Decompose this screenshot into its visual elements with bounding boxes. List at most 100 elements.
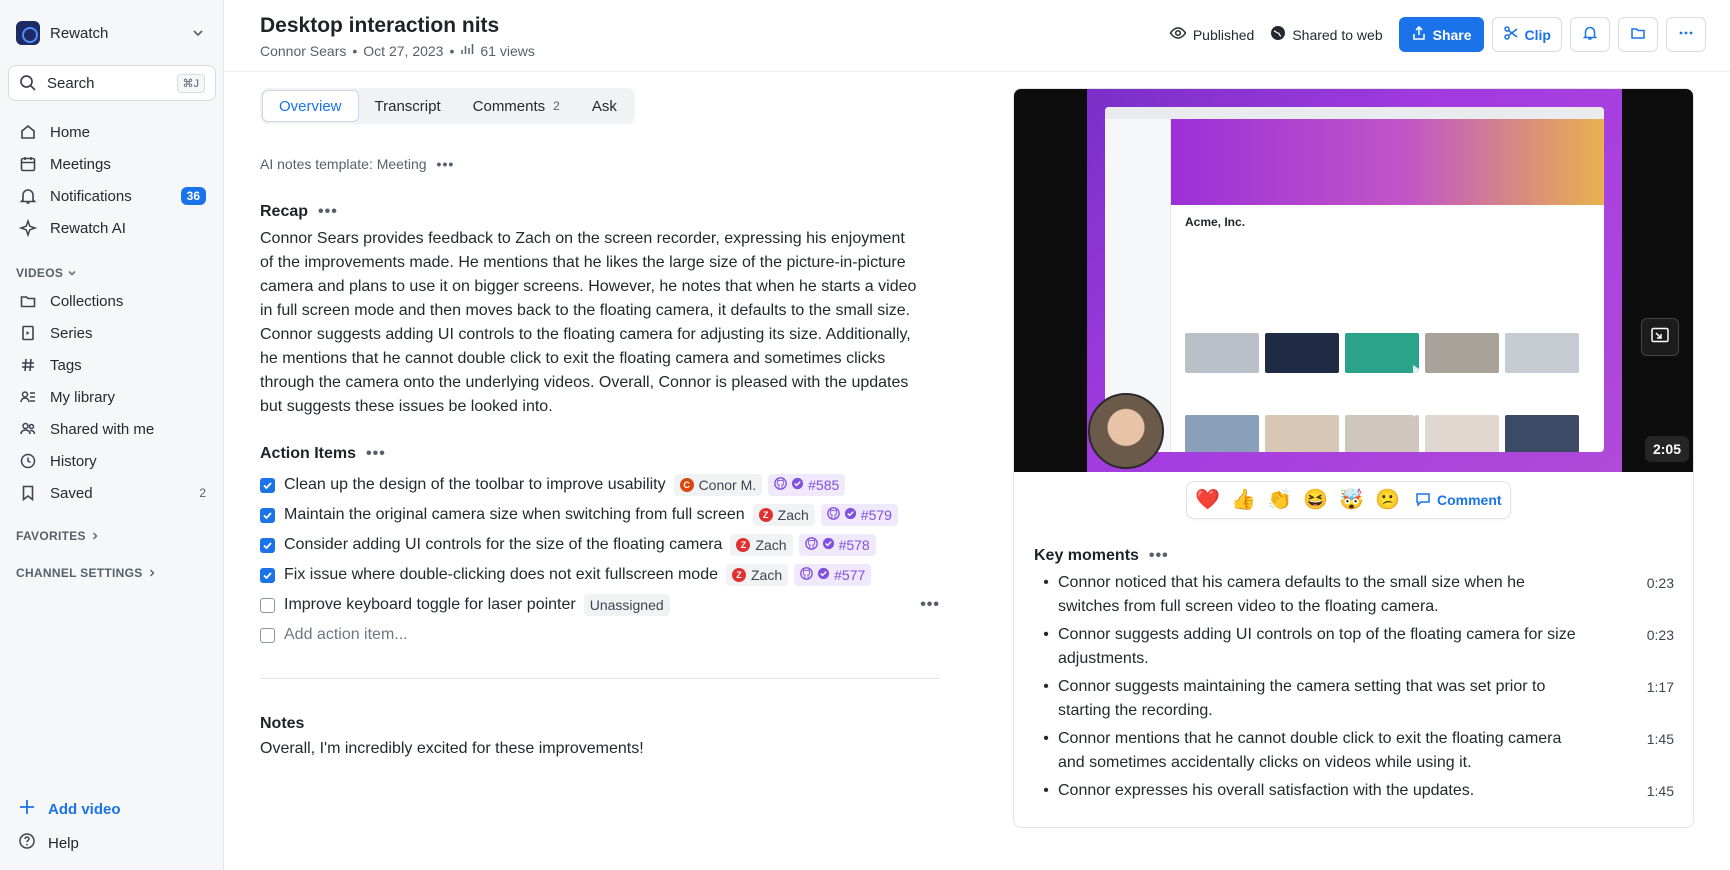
sidebar-item-meetings[interactable]: Meetings <box>8 148 216 180</box>
bullet: • <box>1043 574 1049 591</box>
tab-ask[interactable]: Ask <box>576 90 633 122</box>
search-input[interactable]: Search ⌘J <box>8 65 216 101</box>
tab-transcript[interactable]: Transcript <box>359 90 457 122</box>
assignee-chip[interactable]: Z Zach <box>726 564 789 586</box>
checkbox-checked[interactable] <box>260 537 275 553</box>
key-moment-item[interactable]: • Connor expresses his overall satisfact… <box>1034 779 1674 803</box>
action-item-text[interactable]: Improve keyboard toggle for laser pointe… <box>284 596 576 614</box>
action-item-text[interactable]: Maintain the original camera size when s… <box>284 506 745 524</box>
share-button[interactable]: Share <box>1398 17 1484 52</box>
picture-in-picture-button[interactable] <box>1641 318 1679 356</box>
play-icon[interactable] <box>1413 365 1453 417</box>
video-player[interactable]: Acme, Inc. 2:05 <box>1014 89 1693 472</box>
recorded-thumbs-row <box>1185 415 1579 452</box>
sidebar-item-collections[interactable]: Collections <box>8 285 216 317</box>
action-item-text[interactable]: Clean up the design of the toolbar to im… <box>284 476 666 494</box>
sidebar-item-rewatch-ai[interactable]: Rewatch AI <box>8 212 216 244</box>
shared-to-web-status[interactable]: Shared to web <box>1270 25 1383 44</box>
assignee-chip[interactable]: C Conor M. <box>673 474 763 496</box>
tab-label: Comments <box>472 97 546 115</box>
series-icon <box>18 323 38 343</box>
channel-settings-toggle[interactable]: CHANNEL SETTINGS <box>16 566 157 580</box>
reactions-bar: ❤️ 👍 👏 😆 🤯 😕 Comment <box>1186 481 1511 519</box>
comment-button[interactable]: Comment <box>1415 491 1502 510</box>
ai-template-selector[interactable]: AI notes template: Meeting ••• <box>260 156 454 172</box>
comment-label: Comment <box>1437 492 1502 508</box>
thumbnail <box>1425 415 1499 452</box>
tab-overview[interactable]: Overview <box>262 90 359 122</box>
key-moment-time[interactable]: 1:45 <box>1647 727 1674 751</box>
add-to-folder-button[interactable] <box>1618 17 1658 52</box>
key-moment-item[interactable]: • Connor mentions that he cannot double … <box>1034 727 1674 775</box>
sidebar-item-tags[interactable]: Tags <box>8 349 216 381</box>
bullet: • <box>1043 730 1049 747</box>
add-video-button[interactable]: Add video <box>8 793 216 825</box>
sidebar-item-shared-with-me[interactable]: Shared with me <box>8 413 216 445</box>
assignee-chip[interactable]: Z Zach <box>752 504 815 526</box>
views-icon <box>460 42 474 59</box>
key-moment-time[interactable]: 0:23 <box>1647 571 1674 595</box>
reaction-clap[interactable]: 👏 <box>1267 490 1292 510</box>
notify-button[interactable] <box>1570 17 1610 52</box>
thumbnail <box>1345 333 1419 373</box>
tab-label: Ask <box>591 97 617 115</box>
favorites-label: FAVORITES <box>16 529 86 543</box>
reaction-confused[interactable]: 😕 <box>1375 490 1400 510</box>
recap-body: Connor Sears provides feedback to Zach o… <box>260 230 917 415</box>
folder-icon <box>1630 25 1646 45</box>
action-item-text[interactable]: Consider adding UI controls for the size… <box>284 536 722 554</box>
clip-button[interactable]: Clip <box>1491 17 1562 52</box>
view-count[interactable]: 61 views <box>480 43 534 59</box>
checkbox-checked[interactable] <box>260 567 275 583</box>
github-issue-link[interactable]: #577 <box>794 564 872 586</box>
recap-title: Recap <box>260 203 309 220</box>
workspace-switcher[interactable]: Rewatch <box>16 20 208 46</box>
published-status[interactable]: Published <box>1169 24 1254 45</box>
checkbox-unchecked[interactable] <box>260 627 275 643</box>
more-icon[interactable]: ••• <box>437 156 455 172</box>
checkbox-checked[interactable] <box>260 477 275 493</box>
reaction-laugh[interactable]: 😆 <box>1303 490 1328 510</box>
key-moment-item[interactable]: • Connor suggests adding UI controls on … <box>1034 623 1674 671</box>
reaction-heart[interactable]: ❤️ <box>1195 490 1220 510</box>
issue-number: #577 <box>834 567 866 583</box>
tab-comments[interactable]: Comments 2 <box>457 90 576 122</box>
more-icon[interactable]: ••• <box>920 596 940 614</box>
help-button[interactable]: Help <box>8 827 216 859</box>
sidebar-item-saved[interactable]: Saved 2 <box>8 477 216 509</box>
github-issue-link[interactable]: #585 <box>768 474 846 496</box>
sidebar-item-home[interactable]: Home <box>8 116 216 148</box>
more-icon[interactable]: ••• <box>1149 547 1169 565</box>
key-moment-time[interactable]: 0:23 <box>1647 623 1674 647</box>
key-moment-time[interactable]: 1:17 <box>1647 675 1674 699</box>
github-issue-link[interactable]: #579 <box>820 504 898 526</box>
sidebar-item-my-library[interactable]: My library <box>8 381 216 413</box>
videos-section-toggle[interactable]: VIDEOS <box>16 266 77 280</box>
eye-icon <box>1169 24 1187 45</box>
assignee-chip[interactable]: Z Zach <box>730 534 793 556</box>
favorites-section-toggle[interactable]: FAVORITES <box>16 529 100 543</box>
key-moment-item[interactable]: • Connor suggests maintaining the camera… <box>1034 675 1674 723</box>
key-moment-item[interactable]: • Connor noticed that his camera default… <box>1034 571 1674 619</box>
reaction-thumbs-up[interactable]: 👍 <box>1231 490 1256 510</box>
avatar: Z <box>758 508 773 522</box>
add-action-item-input[interactable]: Add action item... <box>284 626 408 644</box>
checkbox-unchecked[interactable] <box>260 597 275 613</box>
assignee-chip[interactable]: Unassigned <box>583 594 670 616</box>
more-options-button[interactable] <box>1666 17 1706 52</box>
notes-heading: Notes <box>260 715 304 733</box>
sidebar-item-history[interactable]: History <box>8 445 216 477</box>
action-item-text[interactable]: Fix issue where double-clicking does not… <box>284 566 718 584</box>
author-name[interactable]: Connor Sears <box>260 43 346 59</box>
more-icon[interactable]: ••• <box>366 445 386 463</box>
sidebar-item-notifications[interactable]: Notifications 36 <box>8 180 216 212</box>
video-duration: 2:05 <box>1644 436 1689 462</box>
notes-body[interactable]: Overall, I'm incredibly excited for thes… <box>260 740 644 758</box>
more-icon[interactable]: ••• <box>318 203 338 221</box>
checkbox-checked[interactable] <box>260 507 275 523</box>
reaction-mind-blown[interactable]: 🤯 <box>1339 490 1364 510</box>
key-moment-time[interactable]: 1:45 <box>1647 779 1674 803</box>
github-issue-link[interactable]: #578 <box>798 534 876 556</box>
action-item: Consider adding UI controls for the size… <box>260 530 940 560</box>
sidebar-item-series[interactable]: Series <box>8 317 216 349</box>
